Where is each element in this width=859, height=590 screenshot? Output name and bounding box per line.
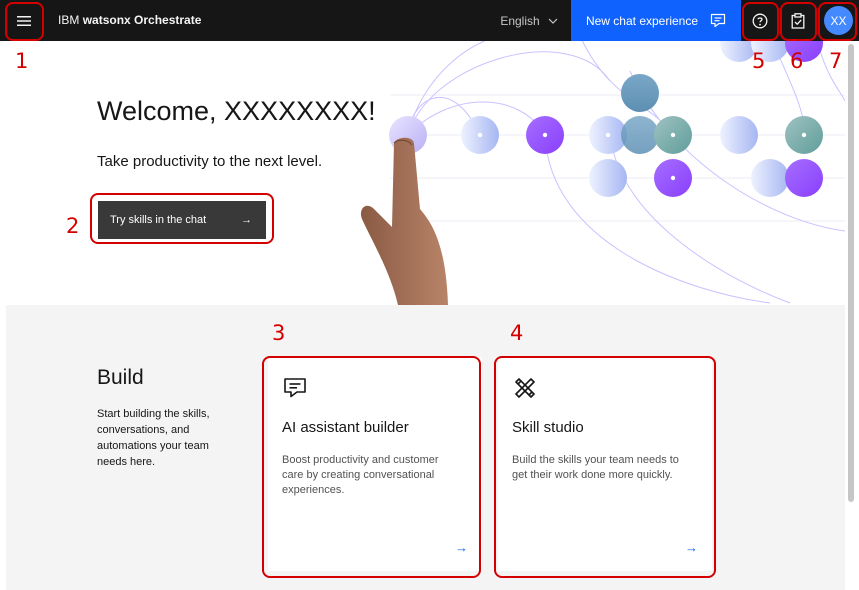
hero-illustration xyxy=(360,41,845,305)
grid-lines xyxy=(390,94,845,222)
try-skills-label: Try skills in the chat xyxy=(110,214,207,226)
clipboard-check-icon xyxy=(791,12,805,29)
language-label: English xyxy=(500,13,540,28)
arrow-right-icon[interactable]: → xyxy=(685,540,698,555)
annotation-number: 1 xyxy=(15,49,29,73)
chevron-down-icon xyxy=(548,18,558,24)
chat-icon xyxy=(284,378,306,398)
annotation-number: 4 xyxy=(510,321,524,345)
help-icon xyxy=(752,13,768,28)
hamburger-menu-button[interactable] xyxy=(4,0,44,41)
tools-icon xyxy=(515,378,535,398)
build-description: Start building the skills, conversations… xyxy=(97,408,210,468)
new-chat-label: New chat experience xyxy=(585,13,699,28)
new-chat-experience-button[interactable]: New chat experience xyxy=(571,0,741,41)
card-title: Skill studio xyxy=(512,419,584,436)
annotation-number: 5 xyxy=(752,49,766,73)
tasks-button[interactable] xyxy=(780,0,816,41)
language-selector[interactable]: English xyxy=(488,0,570,41)
top-header: IBM watsonx Orchestrate English New chat… xyxy=(0,0,859,41)
welcome-subtitle: Take productivity to the next level. xyxy=(97,153,323,170)
chat-icon xyxy=(710,13,726,28)
app-title[interactable]: IBM watsonx Orchestrate xyxy=(58,0,201,41)
try-skills-button[interactable]: Try skills in the chat → xyxy=(98,201,266,239)
build-heading: Build xyxy=(97,366,144,389)
welcome-heading: Welcome, XXXXXXXX! xyxy=(97,96,376,126)
arrow-right-icon[interactable]: → xyxy=(455,540,468,555)
card-title: AI assistant builder xyxy=(282,419,409,436)
arrow-right-icon: → xyxy=(241,214,252,226)
scrollbar-thumb[interactable] xyxy=(848,44,854,502)
user-avatar[interactable]: XX xyxy=(824,6,853,35)
card-description: Build the skills your team needs to get … xyxy=(512,454,679,481)
annotation-number: 6 xyxy=(790,49,804,73)
annotation-number: 7 xyxy=(829,49,843,73)
help-button[interactable] xyxy=(742,0,778,41)
card-description: Boost productivity and customer care by … xyxy=(282,454,439,496)
build-section: Build Start building the skills, convers… xyxy=(6,305,845,590)
annotation-number: 2 xyxy=(66,214,80,238)
hamburger-icon xyxy=(17,15,31,26)
brand-name: watsonx Orchestrate xyxy=(82,13,202,27)
ai-assistant-builder-card[interactable]: AI assistant builder Boost productivity … xyxy=(268,357,482,571)
welcome-hero: Welcome, XXXXXXXX! Take productivity to … xyxy=(0,41,845,305)
annotation-number: 3 xyxy=(272,321,286,345)
brand-prefix: IBM xyxy=(58,13,80,27)
skill-studio-card[interactable]: Skill studio Build the skills your team … xyxy=(498,357,712,571)
